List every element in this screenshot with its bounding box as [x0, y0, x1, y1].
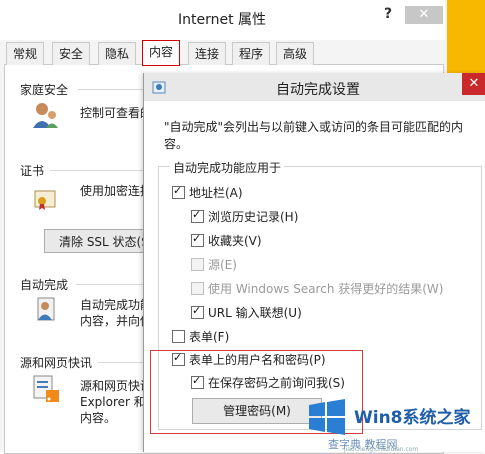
checkbox-icon[interactable]: [191, 208, 204, 223]
certificates-text: 使用加密连接: [80, 184, 153, 198]
tab-advanced[interactable]: 高级: [276, 42, 315, 65]
tab-connections[interactable]: 连接: [188, 42, 227, 65]
checkbox-label: URL 输入联想(U): [208, 305, 302, 320]
tab-security[interactable]: 安全: [52, 42, 91, 65]
autocomplete-text-line1: 自动完成功能: [80, 298, 153, 312]
checkbox-icon: [191, 257, 204, 271]
checkbox-browsing-history[interactable]: 浏览历史记录(H): [191, 207, 298, 225]
checkbox-icon[interactable]: [191, 232, 204, 247]
checkbox-label: 表单(F): [189, 329, 230, 344]
dialog-close-button[interactable]: ✕: [462, 73, 485, 95]
checkbox-icon[interactable]: [191, 304, 204, 319]
window-title: Internet 属性: [178, 12, 267, 28]
checkbox-favorites[interactable]: 收藏夹(V): [191, 231, 262, 249]
checkbox-label: 地址栏(A): [189, 185, 243, 200]
feeds-text-line3: 内容。: [80, 411, 117, 425]
close-button[interactable]: ✕: [405, 6, 443, 24]
checkbox-label: 浏览历史记录(H): [208, 209, 299, 224]
checkbox-feeds: 源(E): [191, 255, 237, 273]
divider: [76, 284, 146, 285]
internet-options-titlebar: Internet 属性 ? ✕: [0, 0, 445, 40]
ie-settings-icon: [152, 81, 166, 94]
dialog-titlebar: 自动完成设置 ✕: [144, 73, 485, 101]
checkbox-windows-search: 使用 Windows Search 获得更好的结果(W): [191, 279, 443, 297]
dialog-title: 自动完成设置: [276, 82, 360, 98]
family-safety-title: 家庭安全: [20, 83, 69, 97]
clear-ssl-state-button[interactable]: 清除 SSL 状态(S): [44, 229, 154, 253]
autocomplete-icon: [37, 297, 55, 321]
family-safety-text: 控制可查看的: [80, 106, 153, 120]
dialog-description: "自动完成"会列出与以前键入或访问的条目可能匹配的内容。: [164, 120, 464, 151]
feeds-text-line2: Explorer 和: [80, 395, 146, 409]
divider: [98, 362, 146, 363]
checkbox-icon: [191, 281, 204, 295]
watermark-brand: Win8系统之家: [354, 408, 471, 428]
tab-programs[interactable]: 程序: [232, 42, 271, 65]
autocomplete-text-line2: 内容，并向你: [80, 314, 153, 328]
divider: [78, 89, 148, 90]
checkbox-label: 源(E): [208, 257, 237, 272]
feeds-icon: [33, 375, 59, 402]
feeds-text-line1: 源和网页快讯: [80, 379, 153, 393]
manage-passwords-button[interactable]: 管理密码(M): [192, 398, 322, 424]
checkbox-address-bar[interactable]: 地址栏(A): [172, 183, 243, 201]
divider: [50, 170, 145, 171]
certificate-icon: [34, 190, 56, 210]
windows-logo-icon: [309, 399, 345, 435]
feeds-title: 源和网页快讯: [20, 356, 93, 370]
checkbox-icon[interactable]: [172, 184, 185, 199]
checkbox-forms[interactable]: 表单(F): [172, 327, 229, 345]
checkbox-label: 收藏夹(V): [208, 233, 262, 248]
help-button[interactable]: ?: [384, 6, 392, 22]
checkbox-url-suggestions[interactable]: URL 输入联想(U): [191, 303, 302, 321]
checkbox-label: 使用 Windows Search 获得更好的结果(W): [208, 281, 444, 296]
autocomplete-title: 自动完成: [20, 278, 69, 292]
tab-general[interactable]: 常规: [6, 42, 45, 65]
tab-content[interactable]: 内容: [142, 40, 181, 66]
certificates-title: 证书: [20, 164, 45, 178]
group-title: 自动完成功能应用于: [170, 159, 285, 176]
family-safety-icon: [33, 103, 58, 128]
checkbox-icon[interactable]: [172, 329, 185, 343]
tab-privacy[interactable]: 隐私: [98, 42, 137, 65]
